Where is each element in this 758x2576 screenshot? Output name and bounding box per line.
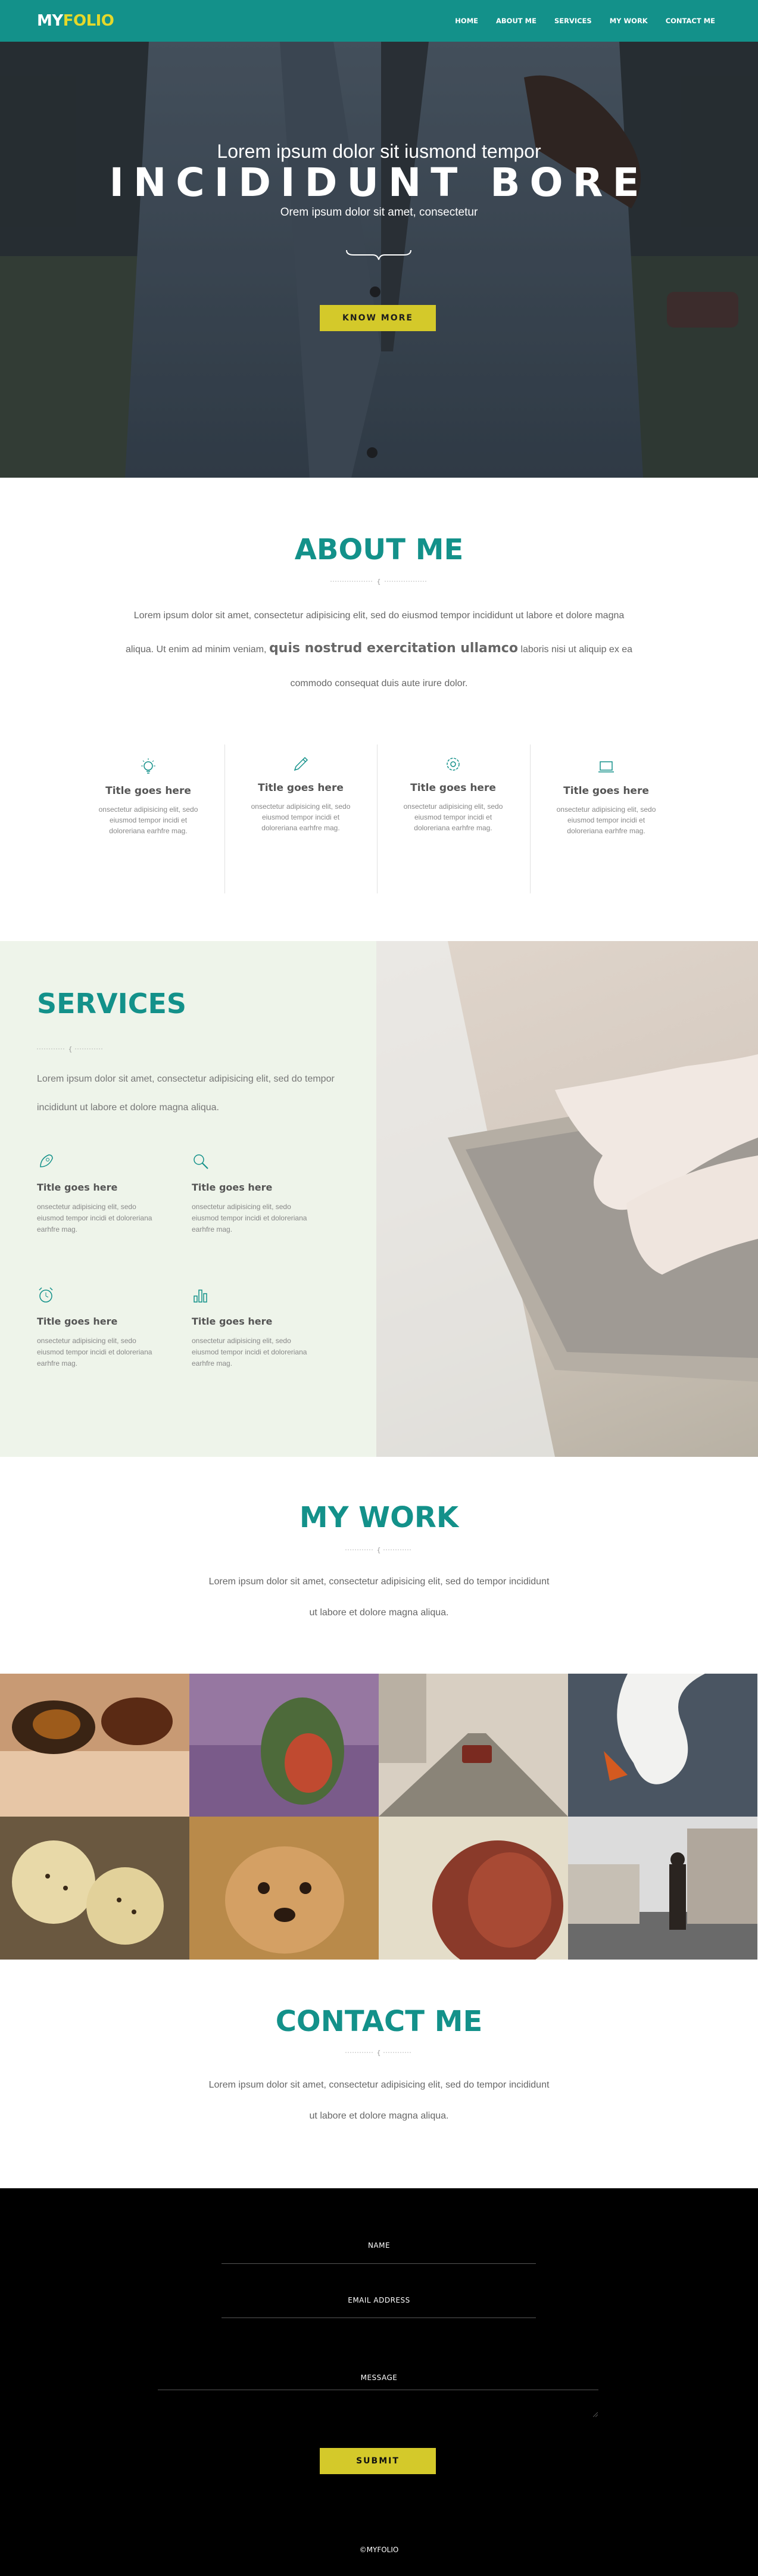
portfolio-tile-hair[interactable] (379, 1817, 568, 1960)
svg-text:{: { (377, 578, 381, 585)
email-field-label: EMAIL ADDRESS (348, 2296, 410, 2304)
logo-part-folio: FOLIO (63, 12, 114, 30)
nav-item-home[interactable]: HOME (455, 17, 478, 25)
portfolio-tile-leaf[interactable] (189, 1674, 379, 1817)
service-title: Title goes here (192, 1316, 273, 1327)
portfolio-tile-banana[interactable] (0, 1817, 189, 1960)
service-item: Title goes here onsectetur adipisicing e… (37, 1287, 156, 1369)
about-text-line-3: commodo consequat duis aute irure dolor. (290, 678, 468, 689)
top-nav: MYFOLIO HOME ABOUT ME SERVICES MY WORK C… (0, 0, 758, 42)
service-title: Title goes here (192, 1182, 273, 1193)
name-field-label: NAME (367, 2241, 391, 2250)
svg-text:{: { (377, 1546, 381, 1553)
contact-text-line-1: Lorem ipsum dolor sit amet, consectetur … (208, 2080, 550, 2090)
feature-card: Title goes here onsectetur adipisicing e… (72, 756, 224, 836)
service-item: Title goes here onsectetur adipisicing e… (37, 1152, 156, 1235)
feature-text: onsectetur adipisicing elit, sedo eiusmo… (251, 802, 351, 832)
alarm-clock-icon (39, 1287, 53, 1303)
about-text-line-2: aliqua. Ut enim ad minim veniam, quis no… (0, 633, 758, 666)
message-field-label: MESSAGE (360, 2373, 398, 2382)
work-title: MY WORK (299, 1501, 459, 1534)
pencil-icon (294, 756, 308, 771)
section-separator-icon: { (37, 1045, 104, 1052)
submit-button[interactable]: SUBMIT (320, 2448, 436, 2474)
lightbulb-icon (141, 758, 155, 774)
sunglasses-photo (0, 1674, 189, 1817)
laptop-icon (598, 761, 614, 773)
magnifier-icon (194, 1154, 208, 1169)
red-hair-photo (379, 1817, 568, 1960)
logo[interactable]: MYFOLIO (37, 12, 114, 30)
svg-text:{: { (68, 1045, 73, 1052)
leaf-photo (189, 1674, 379, 1817)
svg-text:{: { (377, 2049, 381, 2056)
know-more-button[interactable]: KNOW MORE (320, 305, 436, 331)
feature-title: Title goes here (563, 785, 649, 797)
about-title: ABOUT ME (294, 533, 464, 566)
hero-title: INCIDIDUNT BORE (109, 160, 649, 205)
section-separator-icon: { (345, 2049, 412, 2056)
copyright-text: ©MYFOLIO (359, 2546, 399, 2554)
about-text-emphasis: quis nostrud exercitation ullamco (269, 641, 518, 656)
nav-item-work[interactable]: MY WORK (610, 17, 648, 25)
hero-section: Lorem ipsum dolor sit iusmond tempor INC… (0, 42, 758, 478)
services-laptop-image (376, 941, 758, 1457)
name-field[interactable] (222, 2263, 536, 2264)
feature-card: Title goes here onsectetur adipisicing e… (377, 753, 529, 833)
service-item: Title goes here onsectetur adipisicing e… (192, 1287, 311, 1369)
portfolio-tile-swan[interactable] (568, 1674, 757, 1817)
feature-card: Title goes here onsectetur adipisicing e… (224, 753, 377, 833)
services-title: SERVICES (37, 988, 187, 1020)
logo-part-my: MY (37, 12, 63, 30)
laptop-typing-image (376, 941, 758, 1457)
section-separator-icon: { (345, 1546, 412, 1553)
hero-tagline: Orem ipsum dolor sit amet, consectetur (280, 206, 478, 219)
feature-title: Title goes here (105, 785, 191, 797)
nav-item-contact[interactable]: CONTACT ME (666, 17, 715, 25)
services-text: Lorem ipsum dolor sit amet, consectetur … (37, 1074, 335, 1113)
rocket-icon (40, 1154, 53, 1167)
gear-icon (447, 758, 460, 771)
feature-text: onsectetur adipisicing elit, sedo eiusmo… (98, 805, 198, 835)
nav-menu: HOME ABOUT ME SERVICES MY WORK CONTACT M… (455, 17, 715, 25)
about-text-part-c: laboris nisi ut aliquip ex ea (520, 644, 633, 655)
feature-title: Title goes here (410, 782, 496, 794)
service-text: onsectetur adipisicing elit, sedo eiusmo… (192, 1203, 307, 1234)
about-text-part-a: aliqua. Ut enim ad minim veniam, (125, 644, 267, 655)
service-item: Title goes here onsectetur adipisicing e… (192, 1152, 311, 1235)
nav-item-services[interactable]: SERVICES (554, 17, 592, 25)
contact-title: CONTACT ME (275, 2005, 483, 2038)
about-text-line-1: Lorem ipsum dolor sit amet, consectetur … (133, 610, 625, 621)
service-text: onsectetur adipisicing elit, sedo eiusmo… (192, 1337, 307, 1368)
feature-text: onsectetur adipisicing elit, sedo eiusmo… (403, 802, 503, 832)
road-photo (379, 1674, 568, 1817)
portfolio-tile-street[interactable] (568, 1817, 757, 1960)
service-title: Title goes here (37, 1182, 118, 1193)
portfolio-tile-dog[interactable] (189, 1817, 379, 1960)
swan-photo (568, 1674, 757, 1817)
feature-text: onsectetur adipisicing elit, sedo eiusmo… (556, 805, 656, 835)
curly-brace-divider-icon (346, 250, 411, 260)
textarea-resize-handle-icon[interactable] (593, 2412, 598, 2417)
nav-item-about[interactable]: ABOUT ME (496, 17, 536, 25)
banana-photo (0, 1817, 189, 1960)
work-text-line-1: Lorem ipsum dolor sit amet, consectetur … (208, 1577, 550, 1587)
work-text-line-2: ut labore et dolore magna aliqua. (309, 1608, 449, 1618)
portfolio-tile-road[interactable] (379, 1674, 568, 1817)
dog-photo (189, 1817, 379, 1960)
service-text: onsectetur adipisicing elit, sedo eiusmo… (37, 1203, 152, 1234)
feature-card: Title goes here onsectetur adipisicing e… (530, 756, 682, 836)
service-title: Title goes here (37, 1316, 118, 1327)
service-text: onsectetur adipisicing elit, sedo eiusmo… (37, 1337, 152, 1368)
bar-chart-icon (194, 1289, 207, 1303)
contact-text-line-2: ut labore et dolore magna aliqua. (309, 2111, 449, 2121)
street-photo (568, 1817, 757, 1960)
portfolio-tile-sunglasses[interactable] (0, 1674, 189, 1817)
section-separator-icon: { (330, 578, 428, 585)
feature-title: Title goes here (258, 782, 344, 794)
